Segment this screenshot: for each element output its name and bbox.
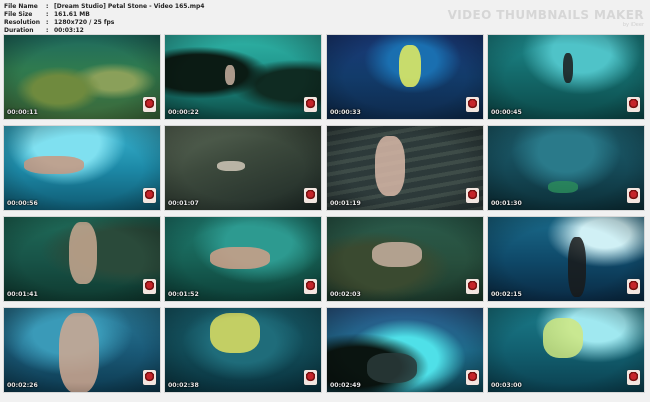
frame-vignette [327,126,483,210]
timestamp-label: 00:02:49 [330,382,361,389]
frame-vignette [4,126,160,210]
meta-value: 00:03:12 [54,27,84,34]
file-info-header: File Name: [Dream Studio] Petal Stone - V… [4,3,646,34]
meta-value: [Dream Studio] Petal Stone - Video 165.m… [54,3,205,10]
thumbnail-tile: 00:01:07 [164,125,322,211]
studio-logo-icon [466,370,479,385]
frame-vignette [488,126,644,210]
studio-logo-icon [304,97,317,112]
frame-vignette [4,308,160,392]
studio-logo-icon [143,97,156,112]
timestamp-label: 00:02:03 [330,291,361,298]
thumbnail-tile: 00:02:38 [164,307,322,393]
thumbnail-tile: 00:01:52 [164,216,322,302]
studio-logo-icon [304,279,317,294]
studio-logo-icon [627,370,640,385]
meta-key: File Size [4,11,33,18]
brand-title: VIDEO THUMBNAILS MAKER [447,8,644,22]
frame-vignette [488,308,644,392]
frame-vignette [4,35,160,119]
timestamp-label: 00:02:15 [491,291,522,298]
brand-subtitle: by iDeer [622,22,644,28]
thumbnail-tile: 00:00:56 [3,125,161,211]
meta-row-file-size: File Size:161.61 MB [4,11,90,18]
meta-key: Resolution [4,19,41,26]
studio-logo-icon [304,370,317,385]
timestamp-label: 00:01:19 [330,200,361,207]
studio-logo-icon [304,188,317,203]
thumbnail-tile: 00:02:49 [326,307,484,393]
frame-vignette [327,35,483,119]
frame-vignette [327,308,483,392]
studio-logo-icon [627,188,640,203]
timestamp-label: 00:00:56 [7,200,38,207]
thumbnail-tile: 00:02:26 [3,307,161,393]
timestamp-label: 00:01:30 [491,200,522,207]
studio-logo-icon [627,97,640,112]
meta-value: 1280x720 / 25 fps [54,19,115,26]
frame-vignette [4,217,160,301]
watermark-brand: VIDEO THUMBNAILS MAKER by iDeer [448,8,644,28]
studio-logo-icon [143,279,156,294]
thumbnail-tile: 00:02:15 [487,216,645,302]
thumbnail-tile: 00:02:03 [326,216,484,302]
thumbnail-tile: 00:01:41 [3,216,161,302]
timestamp-label: 00:02:26 [7,382,38,389]
timestamp-label: 00:00:33 [330,109,361,116]
thumbnail-grid: 00:00:11 00:00:22 00:00:33 00:00:45 00:00:56… [3,34,648,398]
meta-key: File Name [4,3,38,10]
thumbnail-tile: 00:00:45 [487,34,645,120]
frame-vignette [165,308,321,392]
thumbnail-tile: 00:01:30 [487,125,645,211]
meta-row-duration: Duration:00:03:12 [4,27,84,34]
timestamp-label: 00:01:41 [7,291,38,298]
studio-logo-icon [466,279,479,294]
timestamp-label: 00:03:00 [491,382,522,389]
studio-logo-icon [143,188,156,203]
frame-vignette [165,126,321,210]
frame-vignette [327,217,483,301]
timestamp-label: 00:00:45 [491,109,522,116]
thumbnail-tile: 00:01:19 [326,125,484,211]
frame-vignette [165,35,321,119]
meta-row-file-name: File Name: [Dream Studio] Petal Stone - V… [4,3,204,10]
meta-key: Duration [4,27,34,34]
timestamp-label: 00:00:11 [7,109,38,116]
meta-separator: : [46,11,49,18]
frame-vignette [488,217,644,301]
studio-logo-icon [627,279,640,294]
timestamp-label: 00:00:22 [168,109,199,116]
studio-logo-icon [143,370,156,385]
meta-separator: : [46,27,49,34]
timestamp-label: 00:01:07 [168,200,199,207]
thumbnail-tile: 00:00:11 [3,34,161,120]
timestamp-label: 00:02:38 [168,382,199,389]
frame-vignette [488,35,644,119]
studio-logo-icon [466,97,479,112]
meta-value: 161.61 MB [54,11,90,18]
thumbnail-tile: 00:03:00 [487,307,645,393]
meta-separator: : [46,19,49,26]
thumbnail-tile: 00:00:33 [326,34,484,120]
thumbnail-tile: 00:00:22 [164,34,322,120]
meta-row-resolution: Resolution:1280x720 / 25 fps [4,19,114,26]
studio-logo-icon [466,188,479,203]
timestamp-label: 00:01:52 [168,291,199,298]
frame-vignette [165,217,321,301]
meta-separator: : [46,3,49,10]
